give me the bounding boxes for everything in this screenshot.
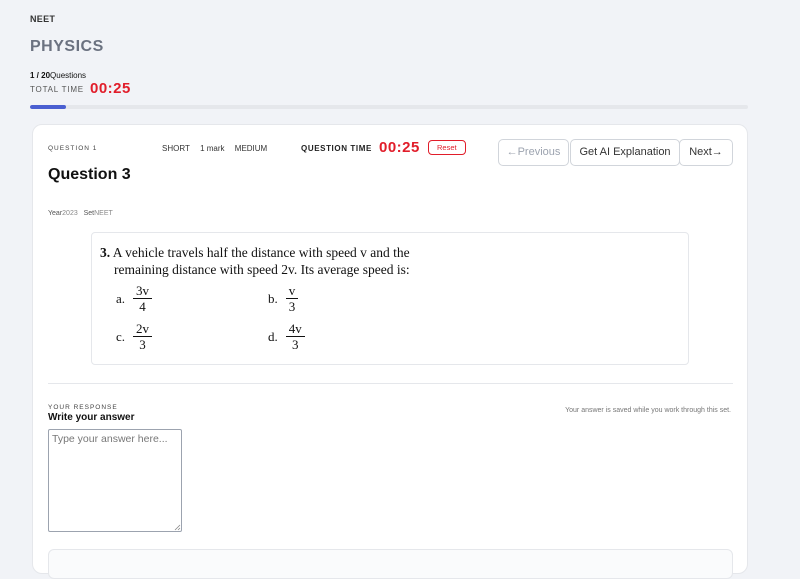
progress-bar-fill: [30, 105, 66, 109]
option-a-label: a.: [116, 290, 126, 306]
question-text-line-1: A vehicle travels half the distance with…: [112, 245, 410, 260]
option-c-label: c.: [116, 328, 126, 344]
question-time-value: 00:25: [379, 139, 420, 156]
reset-timer-button[interactable]: Reset: [428, 140, 466, 155]
total-time-value: 00:25: [90, 80, 131, 97]
cropped-text-fragment: [282, 232, 322, 234]
option-c-numerator: 2v: [133, 321, 153, 337]
question-text-line-2: remaining distance with speed 2v. Its av…: [114, 262, 410, 277]
question-card: QUESTION 1 SHORT 1 mark MEDIUM QUESTION …: [32, 124, 748, 579]
question-count-suffix: Questions: [50, 71, 87, 80]
option-b-fraction: v 3: [285, 283, 299, 314]
option-d-denominator: 3: [292, 337, 299, 352]
section-divider: [48, 383, 733, 384]
resize-grip-icon[interactable]: [174, 524, 181, 531]
autosave-note: Your answer is saved while you work thro…: [565, 407, 731, 414]
option-a-numerator: 3v: [133, 283, 153, 299]
option-b-denominator: 3: [288, 299, 296, 314]
option-c: c. 2v 3: [116, 321, 153, 352]
question-time-label: QUESTION TIME: [301, 144, 372, 153]
subject-title: PHYSICS: [30, 38, 104, 55]
option-d: d. 4v 3: [268, 321, 305, 352]
question-index-label: QUESTION 1: [48, 145, 98, 152]
option-c-fraction: 2v 3: [133, 321, 153, 352]
question-image: 3. A vehicle travels half the distance w…: [91, 232, 689, 365]
question-title: Question 3: [48, 166, 131, 183]
next-button[interactable]: Next→: [679, 139, 733, 166]
year-label: Year: [48, 210, 63, 217]
option-b-label: b.: [268, 290, 278, 306]
total-time-label: TOTAL TIME: [30, 85, 84, 94]
year-value: 2023: [62, 210, 78, 217]
question-count: 1 / 20Questions: [30, 71, 86, 80]
question-number: 3.: [100, 245, 111, 260]
option-a-fraction: 3v 4: [133, 283, 153, 314]
question-year-set: Year2023 SetNEET: [48, 210, 113, 217]
option-b: b. v 3: [268, 283, 299, 314]
question-count-current: 1 / 20: [30, 71, 51, 80]
option-d-label: d.: [268, 328, 278, 344]
option-d-numerator: 4v: [285, 321, 305, 337]
response-title: Write your answer: [48, 412, 135, 423]
question-meta: SHORT 1 mark MEDIUM: [162, 144, 275, 153]
progress-bar: [30, 105, 748, 109]
exam-name: NEET: [30, 14, 56, 24]
answer-textarea[interactable]: [48, 429, 182, 532]
option-c-denominator: 3: [139, 337, 146, 352]
question-type: SHORT: [162, 144, 190, 153]
ai-explanation-button[interactable]: Get AI Explanation: [570, 139, 680, 166]
option-d-fraction: 4v 3: [285, 321, 305, 352]
response-section-label: YOUR RESPONSE: [48, 404, 118, 411]
option-a-denominator: 4: [139, 299, 146, 314]
question-difficulty: MEDIUM: [234, 144, 268, 153]
previous-button[interactable]: ←Previous: [498, 139, 569, 166]
option-a: a. 3v 4: [116, 283, 153, 314]
lower-panel: [48, 549, 733, 579]
set-value: NEET: [94, 210, 113, 217]
question-text: 3. A vehicle travels half the distance w…: [100, 244, 445, 278]
set-label: Set: [83, 210, 95, 217]
option-b-numerator: v: [285, 283, 299, 299]
question-marks: 1 mark: [200, 144, 225, 153]
